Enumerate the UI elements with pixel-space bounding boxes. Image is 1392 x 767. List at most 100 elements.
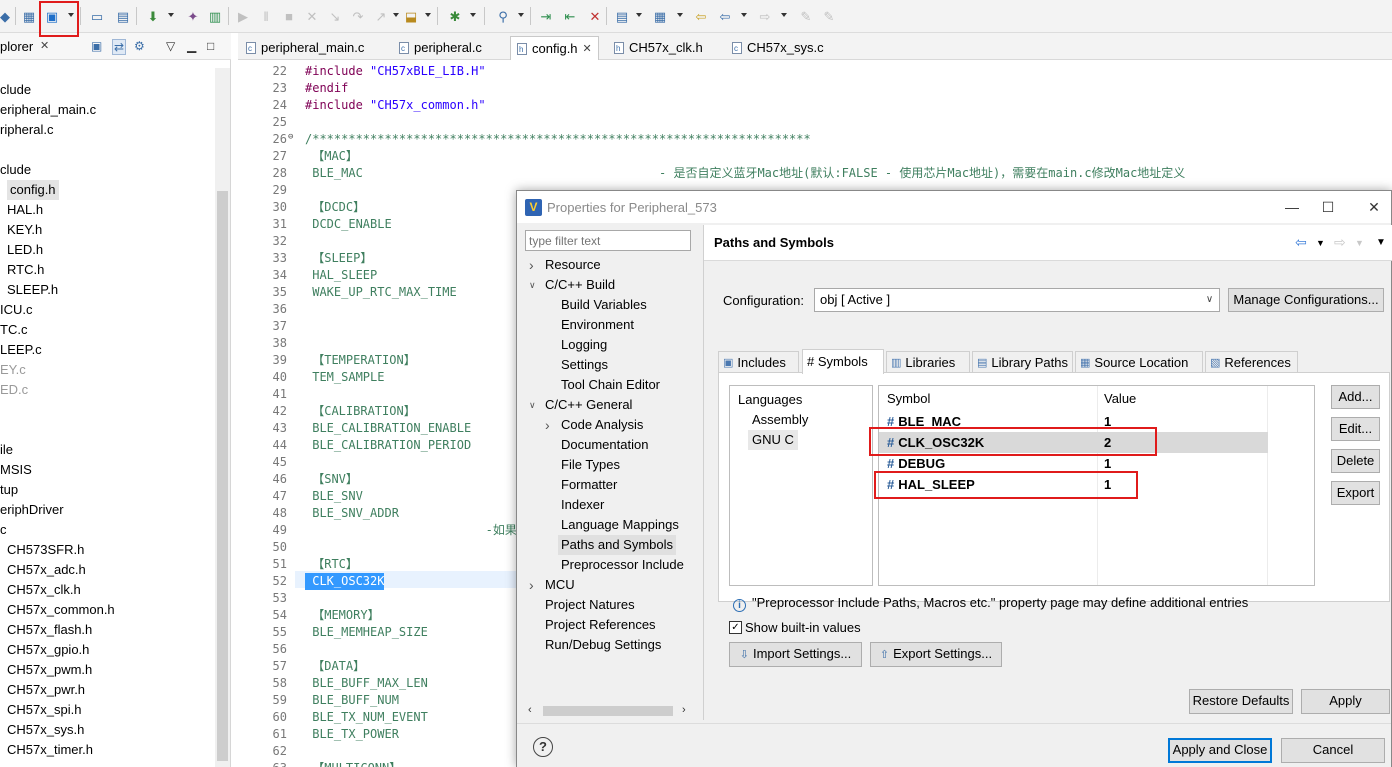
console-icon[interactable]: ▭ <box>88 7 106 25</box>
minimize-icon[interactable]: — <box>1283 198 1301 216</box>
tree-item[interactable]: tup <box>0 480 18 500</box>
forward-icon[interactable]: ⇨ <box>1334 234 1346 251</box>
scroll-left-icon[interactable]: ‹ <box>528 704 532 716</box>
tree-item[interactable]: clude <box>0 80 31 100</box>
resume-icon[interactable]: ▶ <box>234 7 252 25</box>
editor-tab[interactable]: peripheral.c <box>393 36 488 60</box>
nav-item[interactable]: Code Analysis <box>561 415 643 435</box>
search-icon[interactable]: ⚲ <box>494 7 512 25</box>
cancel-button[interactable]: Cancel <box>1281 738 1385 763</box>
scrollbar-thumb[interactable] <box>217 191 228 761</box>
new-icon[interactable]: ◆ <box>0 7 14 25</box>
tree-item[interactable]: CH57x_timer.h <box>7 740 93 760</box>
sash-divider[interactable] <box>703 225 704 720</box>
nav-item[interactable]: Formatter <box>561 475 617 495</box>
chevron-down-icon[interactable] <box>518 13 524 17</box>
help-icon[interactable]: ? <box>533 737 553 757</box>
manage-configurations-button[interactable]: Manage Configurations... <box>1228 288 1384 312</box>
tree-item[interactable]: LEEP.c <box>0 340 42 360</box>
nav-item[interactable]: Run/Debug Settings <box>545 635 661 655</box>
nav-item[interactable]: Resource <box>545 255 601 275</box>
nav-item[interactable]: Environment <box>561 315 634 335</box>
nav-item[interactable]: File Types <box>561 455 620 475</box>
filter-input[interactable] <box>525 230 691 251</box>
step-into-icon[interactable]: ↘ <box>326 7 344 25</box>
tree-item[interactable]: RTC.h <box>7 260 44 280</box>
symbol-column-header[interactable]: Symbol <box>887 391 930 406</box>
toggle-icon[interactable]: ✕ <box>586 7 604 25</box>
close-icon[interactable]: ✕ <box>583 38 592 60</box>
chevron-down-icon[interactable] <box>393 13 399 17</box>
restore-defaults-button[interactable]: Restore Defaults <box>1189 689 1293 714</box>
back-icon[interactable]: ⇦ <box>1295 234 1307 251</box>
maximize-icon[interactable]: ☐ <box>1319 198 1337 216</box>
tree-item[interactable]: eripheral_main.c <box>0 100 96 120</box>
tree-item[interactable]: ile <box>0 440 13 460</box>
tree-item[interactable]: CH57x_gpio.h <box>7 640 89 660</box>
nav-item[interactable]: Settings <box>561 355 608 375</box>
chevron-down-icon[interactable]: ▼ <box>1316 238 1325 248</box>
next-annotation-icon[interactable]: ⇥ <box>537 7 555 25</box>
tab-library-paths[interactable]: ▤ Library Paths <box>972 351 1073 373</box>
export-settings-button[interactable]: ⇧ Export Settings... <box>870 642 1002 667</box>
chevron-down-icon[interactable]: ∨ <box>1202 291 1217 309</box>
editor-tab[interactable]: peripheral_main.c <box>240 36 370 60</box>
apply-and-close-button[interactable]: Apply and Close <box>1168 738 1272 763</box>
export-button[interactable]: Export <box>1331 481 1380 505</box>
explorer-scrollbar[interactable] <box>215 68 230 767</box>
forward-icon[interactable]: ⇨ <box>756 7 774 25</box>
tree-item[interactable]: CH57x_common.h <box>7 600 115 620</box>
nav-item[interactable]: Tool Chain Editor <box>561 375 660 395</box>
flash-icon[interactable]: ✦ <box>184 7 202 25</box>
tree-item[interactable]: ICU.c <box>0 300 33 320</box>
tab-symbols[interactable]: # Symbols <box>802 349 884 374</box>
tree-item[interactable]: LED.h <box>7 240 43 260</box>
show-builtin-checkbox[interactable]: ✓ Show built-in values <box>729 620 861 635</box>
chevron-down-icon[interactable] <box>781 13 787 17</box>
pin-icon[interactable]: ✎ <box>797 7 815 25</box>
tree-item[interactable]: CH57x_spi.h <box>7 700 81 720</box>
scroll-right-icon[interactable]: › <box>682 704 686 716</box>
nav-horizontal-scrollbar[interactable]: ‹ › <box>525 703 693 720</box>
value-column-header[interactable]: Value <box>1104 391 1136 406</box>
tab-source-location[interactable]: ▦ Source Location <box>1075 351 1203 373</box>
pin-editor-icon[interactable]: ✎ <box>820 7 838 25</box>
tab-libraries[interactable]: ▥ Libraries <box>886 351 970 373</box>
view-menu-icon[interactable]: ▽ <box>166 39 175 53</box>
tree-item[interactable]: CH573SFR.h <box>7 540 84 560</box>
nav-item[interactable]: C/C++ General <box>545 395 632 415</box>
editor-tab[interactable]: CH57x_sys.c <box>726 36 830 60</box>
tab-references[interactable]: ▧ References <box>1205 351 1298 373</box>
chevron-down-icon[interactable] <box>470 13 476 17</box>
tree-item[interactable]: CH57x_sys.h <box>7 720 84 740</box>
nav-item[interactable]: Logging <box>561 335 607 355</box>
language-item[interactable]: Assembly <box>748 410 812 430</box>
tree-item[interactable]: MSIS <box>0 460 32 480</box>
tree-item[interactable]: CH57x_clk.h <box>7 580 81 600</box>
pause-icon[interactable]: ‖ <box>257 7 275 25</box>
tree-item[interactable]: SLEEP.h <box>7 280 58 300</box>
explorer-tab-label[interactable]: plorer <box>0 39 33 54</box>
nav-item[interactable]: Project Natures <box>545 595 635 615</box>
back-icon[interactable]: ⇦ <box>716 7 734 25</box>
nav-item[interactable]: Language Mappings <box>561 515 679 535</box>
nav-item[interactable]: Preprocessor Include <box>561 555 684 575</box>
close-icon[interactable]: ✕ <box>40 39 49 52</box>
project-icon[interactable]: ▦ <box>20 7 38 25</box>
minimize-icon[interactable]: ▁ <box>187 39 196 53</box>
checkbox-checked-icon[interactable]: ✓ <box>729 621 742 634</box>
delete-button[interactable]: Delete <box>1331 449 1380 473</box>
import-settings-button[interactable]: ⇩ Import Settings... <box>729 642 862 667</box>
tree-item[interactable]: CH57x_adc.h <box>7 560 86 580</box>
scrollbar-thumb[interactable] <box>543 706 673 716</box>
editor-tab[interactable]: config.h ✕ <box>510 36 599 61</box>
step-return-icon[interactable]: ↗ <box>372 7 390 25</box>
step-over-icon[interactable]: ↷ <box>349 7 367 25</box>
tree-item[interactable]: CH57x_pwr.h <box>7 680 85 700</box>
nav-item[interactable]: C/C++ Build <box>545 275 615 295</box>
nav-item[interactable]: Paths and Symbols <box>558 535 677 555</box>
nav-item[interactable]: MCU <box>545 575 575 595</box>
tree-item[interactable]: eriphDriver <box>0 500 64 520</box>
edit-button[interactable]: Edit... <box>1331 417 1380 441</box>
nav-item[interactable]: Documentation <box>561 435 648 455</box>
